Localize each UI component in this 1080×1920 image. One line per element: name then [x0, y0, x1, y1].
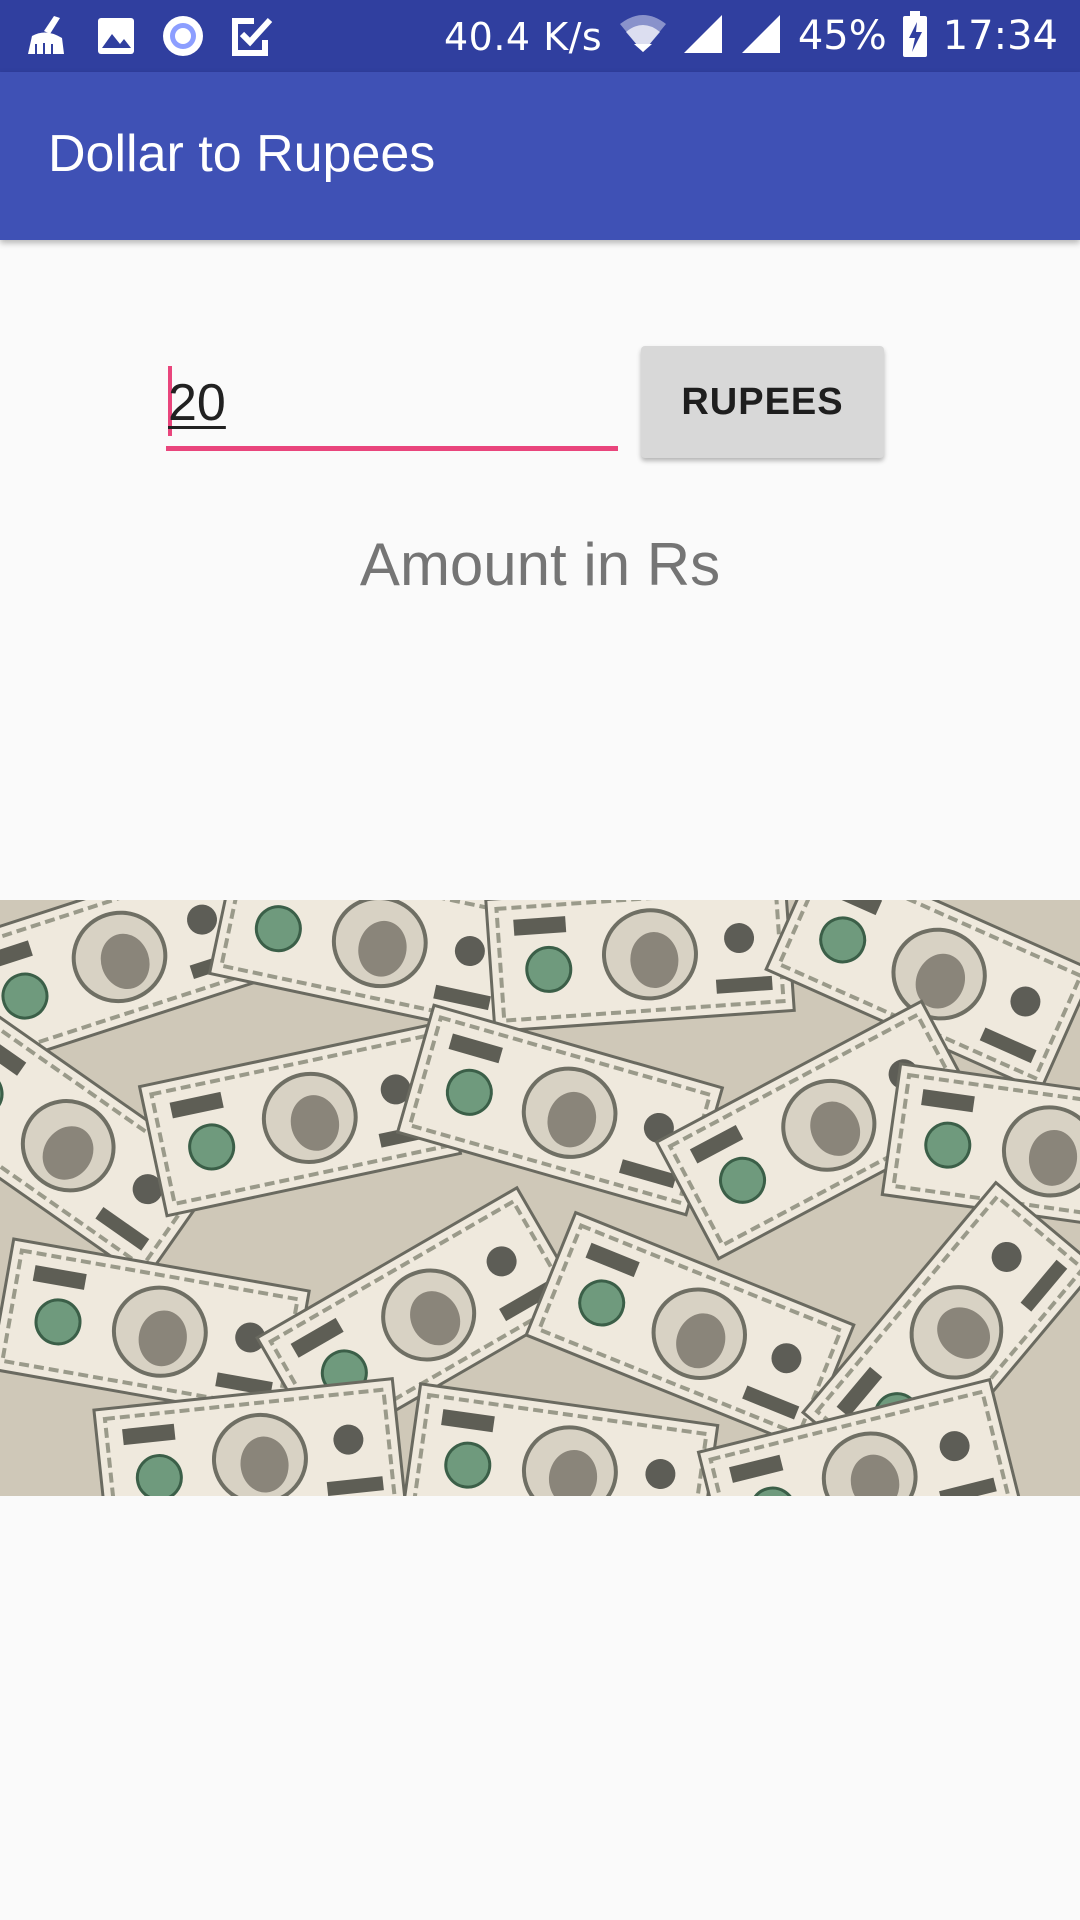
convert-to-rupees-button[interactable]: RUPEES	[641, 346, 884, 458]
image-icon	[94, 14, 138, 58]
signal-icon	[740, 13, 784, 59]
app-title: Dollar to Rupees	[48, 125, 436, 183]
task-check-icon	[228, 14, 274, 58]
battery-charging-icon	[901, 10, 929, 62]
notification-icons	[24, 10, 274, 62]
cleaner-icon	[24, 14, 72, 58]
money-image	[0, 900, 1080, 1496]
clock: 17:34	[942, 13, 1058, 59]
result-amount-label: Amount in Rs	[359, 531, 721, 598]
network-speed: 40.4 K/s	[444, 15, 603, 59]
wifi-icon	[618, 14, 668, 58]
battery-percent: 45%	[797, 13, 887, 59]
status-bar: 40.4 K/s 45% 17:34	[0, 0, 1080, 72]
app-bar: Dollar to Rupees	[0, 72, 1080, 240]
dollar-amount-input[interactable]: 20	[166, 366, 618, 451]
amount-input-value[interactable]: 20	[168, 370, 226, 436]
circle-notification-icon	[160, 13, 206, 59]
signal-icon	[682, 13, 726, 59]
system-status-icons: 45% 17:34	[618, 10, 1058, 62]
